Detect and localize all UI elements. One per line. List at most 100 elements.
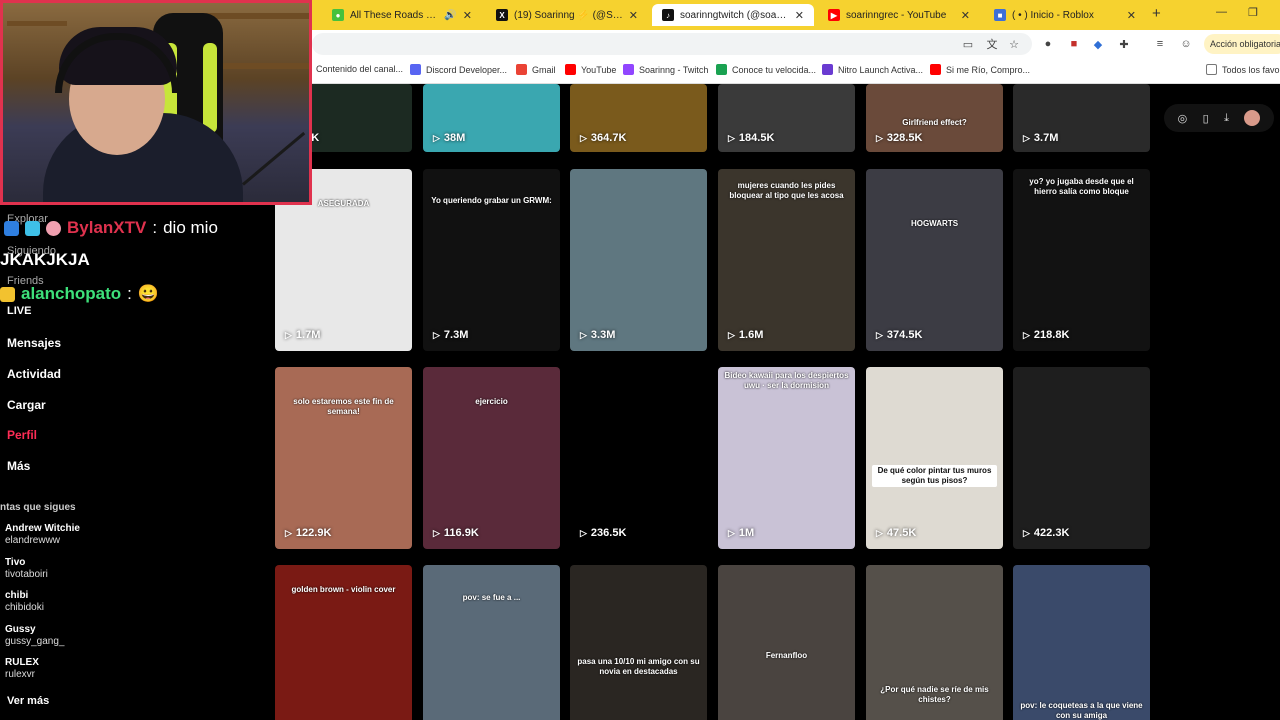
- video-thumbnail[interactable]: pov: se fue a ...: [423, 565, 560, 720]
- video-thumbnail[interactable]: ▷ 38M: [423, 84, 560, 152]
- action-required-button[interactable]: Acción obligatoria: [1204, 34, 1280, 54]
- video-caption: ¿Por qué nadie se ríe de mis chistes?: [880, 685, 989, 704]
- video-thumbnail[interactable]: ▷ 3.7M: [1013, 84, 1150, 152]
- video-caption: pov: le coqueteas a la que viene con su …: [1020, 701, 1143, 720]
- browser-tab-roblox[interactable]: ■ ( • ) Inicio - Roblox ✕: [984, 4, 1146, 26]
- speaker-icon[interactable]: 🔊: [444, 10, 456, 21]
- device-icon[interactable]: ▯: [1203, 112, 1209, 125]
- video-thumbnail[interactable]: ejercicio ▷ 116.9K: [423, 367, 560, 549]
- media-control-icon[interactable]: ≡: [1152, 36, 1168, 52]
- video-thumbnail[interactable]: pasa una 10/10 mi amigo con su novia en …: [570, 565, 707, 720]
- nav-mensajes[interactable]: Mensajes: [7, 336, 61, 350]
- view-count: ▷ 3.7M: [1023, 132, 1058, 144]
- view-count-text: 328.5K: [886, 132, 923, 144]
- video-thumbnail[interactable]: golden brown - violin cover: [275, 565, 412, 720]
- play-icon: ▷: [433, 132, 440, 143]
- view-count-text: 218.8K: [1033, 329, 1070, 341]
- x-icon: X: [496, 9, 508, 21]
- following-account[interactable]: Tivo tivotaboiri: [5, 557, 48, 581]
- minimize-icon[interactable]: —: [1216, 6, 1227, 18]
- play-icon: ▷: [876, 329, 883, 340]
- bookmark-item[interactable]: YouTube: [565, 64, 616, 75]
- bookmark-item[interactable]: Si me Río, Compro...: [930, 64, 1030, 75]
- maximize-icon[interactable]: ❐: [1248, 6, 1258, 19]
- extension-icon[interactable]: ■: [1066, 36, 1082, 52]
- following-account[interactable]: RULEX rulexvr: [5, 657, 39, 681]
- nav-perfil[interactable]: Perfil: [7, 428, 37, 442]
- all-bookmarks-folder[interactable]: Todos los favori: [1206, 64, 1280, 75]
- badge-icon: [25, 220, 40, 236]
- following-account[interactable]: chibi chibidoki: [5, 590, 44, 614]
- video-thumbnail[interactable]: mujeres cuando les pides bloquear al tip…: [718, 169, 855, 351]
- chat-message: JKAKJKJA: [0, 250, 90, 269]
- video-thumbnail[interactable]: De qué color pintar tus muros según tus …: [866, 367, 1003, 549]
- extension-icon[interactable]: ●: [1040, 36, 1056, 52]
- puzzle-icon[interactable]: ✚: [1116, 36, 1132, 52]
- close-icon[interactable]: ✕: [1127, 9, 1136, 22]
- tiktok-icon: ♪: [662, 9, 674, 21]
- view-count-text: 1.6M: [738, 329, 764, 341]
- video-thumbnail[interactable]: Girlfriend effect? ▷ 328.5K: [866, 84, 1003, 152]
- close-icon[interactable]: ✕: [795, 9, 804, 22]
- see-more-link[interactable]: Ver más: [7, 695, 49, 707]
- video-thumbnail[interactable]: Fernanfloo: [718, 565, 855, 720]
- avatar[interactable]: [1244, 110, 1261, 126]
- video-thumbnail[interactable]: ▷ 3.3M: [570, 169, 707, 351]
- video-thumbnail[interactable]: solo estaremos este fin de semana! ▷ 122.9…: [275, 367, 412, 549]
- view-count: ▷ 218.8K: [1023, 329, 1069, 341]
- nitro-icon: [822, 64, 833, 75]
- following-account[interactable]: Andrew Witchie elandrewww: [5, 523, 80, 547]
- extension-icon[interactable]: ◆: [1090, 36, 1106, 52]
- play-icon: ▷: [580, 527, 587, 538]
- close-icon[interactable]: ✕: [463, 9, 472, 22]
- video-thumbnail[interactable]: ¿Por qué nadie se ríe de mis chistes?: [866, 565, 1003, 720]
- play-icon: ▷: [728, 527, 735, 538]
- compass-icon[interactable]: ◎: [1178, 112, 1188, 125]
- browser-tab-music[interactable]: ● All These Roads (feat. Zella 🔊 ✕: [322, 4, 482, 26]
- view-count: ▷ 1M: [728, 527, 754, 539]
- browser-tab-tiktok[interactable]: ♪ soarinngtwitch (@soarinngtwit ✕: [652, 4, 814, 26]
- bookmark-item[interactable]: Conoce tu velocida...: [716, 64, 816, 75]
- video-thumbnail[interactable]: ▷ 422.3K: [1013, 367, 1150, 549]
- nav-mas[interactable]: Más: [7, 459, 30, 473]
- view-count: ▷ 1.7M: [285, 329, 320, 341]
- video-thumbnail[interactable]: ▷ 364.7K: [570, 84, 707, 152]
- following-account[interactable]: Gussy gussy_gang_: [5, 624, 65, 648]
- play-icon: ▷: [285, 527, 292, 538]
- youtube-icon: [930, 64, 941, 75]
- view-count-text: 3.7M: [1033, 132, 1059, 144]
- video-thumbnail[interactable]: HOGWARTS ▷ 374.5K: [866, 169, 1003, 351]
- browser-tab-youtube[interactable]: ▶ soarinngrec - YouTube ✕: [818, 4, 980, 26]
- browser-tab-x[interactable]: X (19) Soarinng ⚡ (@Soaringch ✕: [486, 4, 648, 26]
- close-icon[interactable]: ✕: [961, 9, 970, 22]
- video-thumbnail[interactable]: ▷ 184.5K: [718, 84, 855, 152]
- video-thumbnail[interactable]: Yo queriendo grabar un GRWM: ▷ 7.3M: [423, 169, 560, 351]
- nav-live[interactable]: LIVE: [7, 305, 31, 317]
- bookmark-star-icon[interactable]: ☆: [1006, 36, 1022, 52]
- bookmark-item[interactable]: Discord Developer...: [410, 64, 507, 75]
- nav-actividad[interactable]: Actividad: [7, 367, 61, 381]
- new-tab-icon[interactable]: +: [1152, 5, 1161, 22]
- download-icon[interactable]: ⤓: [1224, 112, 1229, 125]
- nav-cargar[interactable]: Cargar: [7, 398, 46, 412]
- bookmark-item[interactable]: Gmail: [516, 64, 556, 75]
- profile-icon[interactable]: ☺: [1178, 36, 1194, 52]
- video-thumbnail[interactable]: yo? yo jugaba desde que el hierro salía …: [1013, 169, 1150, 351]
- bookmark-item[interactable]: Nitro Launch Activa...: [822, 64, 923, 75]
- play-icon: ▷: [1023, 527, 1030, 538]
- translate-icon[interactable]: 文: [984, 36, 1000, 52]
- following-accounts-heading: ntas que sigues: [0, 502, 76, 513]
- address-bar[interactable]: [312, 33, 1032, 55]
- video-thumbnail[interactable]: pov: le coqueteas a la que viene con su …: [1013, 565, 1150, 720]
- bookmark-item[interactable]: Soarinng - Twitch: [623, 64, 708, 75]
- cast-icon[interactable]: ▭: [960, 36, 976, 52]
- bookmark-item[interactable]: Contenido del canal...: [316, 64, 403, 74]
- roblox-icon: ■: [994, 9, 1006, 21]
- play-icon: ▷: [580, 329, 587, 340]
- video-thumbnail[interactable]: ▷ 236.5K: [570, 367, 707, 549]
- close-icon[interactable]: ✕: [629, 9, 638, 22]
- view-count-text: 38M: [443, 132, 466, 144]
- view-count: ▷ 422.3K: [1023, 527, 1069, 539]
- video-thumbnail[interactable]: Bideo kawaii para los despiertos uwu · s…: [718, 367, 855, 549]
- crown-icon: [0, 286, 15, 302]
